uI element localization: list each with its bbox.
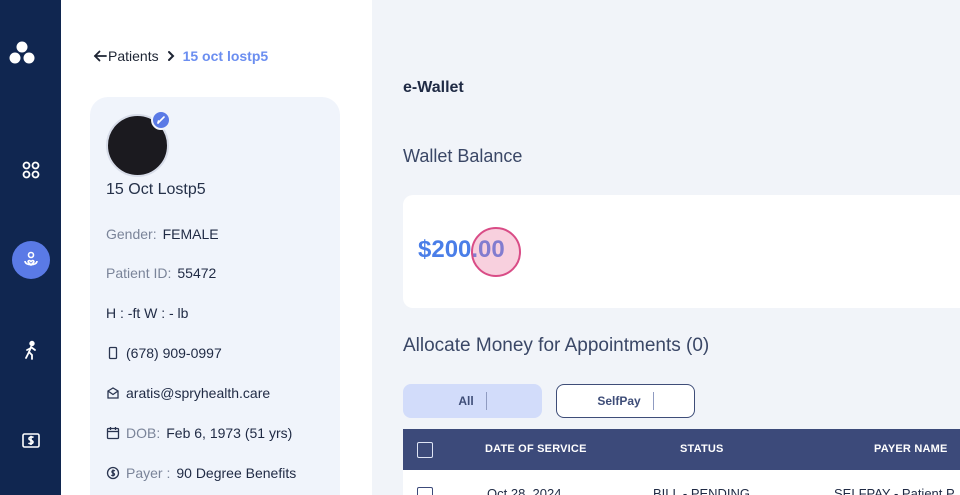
calendar-icon bbox=[106, 427, 120, 440]
email-value[interactable]: aratis@spryhealth.care bbox=[126, 385, 270, 401]
dashboard-icon bbox=[22, 161, 39, 179]
patient-name: 15 Oct Lostp5 bbox=[106, 181, 206, 198]
dob-value: Feb 6, 1973 (51 yrs) bbox=[166, 425, 293, 441]
patient-phone: (678) 909-0997 bbox=[106, 345, 222, 361]
billing-icon bbox=[21, 433, 40, 448]
row-checkbox[interactable] bbox=[417, 487, 433, 495]
filter-selfpay-button[interactable]: SelfPay bbox=[556, 384, 695, 418]
edit-icon bbox=[157, 116, 165, 124]
dob-label: DOB: bbox=[126, 425, 161, 441]
cell-date-of-service: Oct 28, 2024 bbox=[487, 486, 562, 495]
phone-icon bbox=[108, 346, 118, 360]
header-date-of-service[interactable]: DATE OF SERVICE bbox=[485, 443, 587, 455]
filter-selfpay-label: SelfPay bbox=[597, 394, 641, 408]
nav-patients[interactable] bbox=[0, 240, 61, 280]
patient-id-value: 55472 bbox=[177, 265, 217, 281]
gender-value: FEMALE bbox=[162, 226, 219, 242]
mail-icon bbox=[107, 387, 119, 399]
cell-payer-name: SELFPAY - Patient P bbox=[834, 486, 955, 495]
tap-indicator bbox=[471, 227, 521, 277]
breadcrumb: Patients 15 oct lostp5 bbox=[93, 48, 268, 64]
patient-gender: Gender: FEMALE bbox=[106, 226, 219, 242]
breadcrumb-current: 15 oct lostp5 bbox=[182, 48, 269, 64]
patient-email: aratis@spryhealth.care bbox=[106, 385, 270, 401]
filter-divider bbox=[485, 392, 487, 410]
patient-panel: Patients 15 oct lostp5 15 Oct Lostp5 Gen… bbox=[61, 0, 372, 495]
table-header: DATE OF SERVICE STATUS PAYER NAME bbox=[403, 429, 960, 470]
filter-all-button[interactable]: All bbox=[403, 384, 542, 418]
nav-billing[interactable] bbox=[0, 420, 61, 460]
cell-status: BILL - PENDING bbox=[653, 486, 751, 495]
back-to-patients-link[interactable]: Patients bbox=[93, 48, 159, 64]
nav-rail bbox=[0, 0, 61, 495]
gender-label: Gender: bbox=[106, 226, 157, 242]
breadcrumb-patients[interactable]: Patients bbox=[108, 48, 159, 64]
header-payer-name[interactable]: PAYER NAME bbox=[874, 443, 948, 455]
payer-label: Payer : bbox=[126, 465, 171, 481]
wallet-balance-card: $200.00 bbox=[403, 195, 960, 308]
arrow-left-icon bbox=[93, 50, 107, 62]
filter-all-label: All bbox=[458, 394, 474, 408]
wallet-balance-title: Wallet Balance bbox=[403, 146, 523, 166]
patient-dob: DOB: Feb 6, 1973 (51 yrs) bbox=[106, 425, 292, 441]
patient-card: 15 Oct Lostp5 Gender: FEMALE Patient ID:… bbox=[90, 97, 340, 495]
payer-icon bbox=[106, 466, 120, 480]
patient-height-weight: H : -ft W : - lb bbox=[106, 305, 188, 321]
patient-id: Patient ID: 55472 bbox=[106, 265, 216, 281]
patient-payer: Payer : 90 Degree Benefits bbox=[106, 465, 296, 481]
height-weight-value: H : -ft W : - lb bbox=[106, 305, 189, 321]
edit-avatar-button[interactable] bbox=[151, 110, 171, 130]
main-content: e-Wallet Wallet Balance $200.00 Allocate… bbox=[372, 0, 960, 495]
phone-value: (678) 909-0997 bbox=[126, 345, 222, 361]
patient-id-label: Patient ID: bbox=[106, 265, 172, 281]
nav-activity[interactable] bbox=[0, 330, 61, 370]
page-title: e-Wallet bbox=[403, 79, 464, 96]
patient-icon bbox=[23, 251, 38, 267]
nav-dashboard[interactable] bbox=[0, 150, 61, 190]
walking-icon bbox=[24, 340, 36, 360]
payer-value: 90 Degree Benefits bbox=[176, 465, 297, 481]
chevron-right-icon bbox=[165, 50, 177, 62]
app-logo-icon[interactable] bbox=[6, 38, 38, 70]
table-row[interactable]: Oct 28, 2024 BILL - PENDING SELFPAY - Pa… bbox=[403, 470, 960, 495]
allocate-money-title: Allocate Money for Appointments (0) bbox=[403, 335, 710, 356]
filter-divider bbox=[652, 392, 654, 410]
select-all-checkbox[interactable] bbox=[417, 442, 433, 458]
header-status[interactable]: STATUS bbox=[680, 443, 724, 455]
nav-patients-active bbox=[11, 241, 50, 279]
